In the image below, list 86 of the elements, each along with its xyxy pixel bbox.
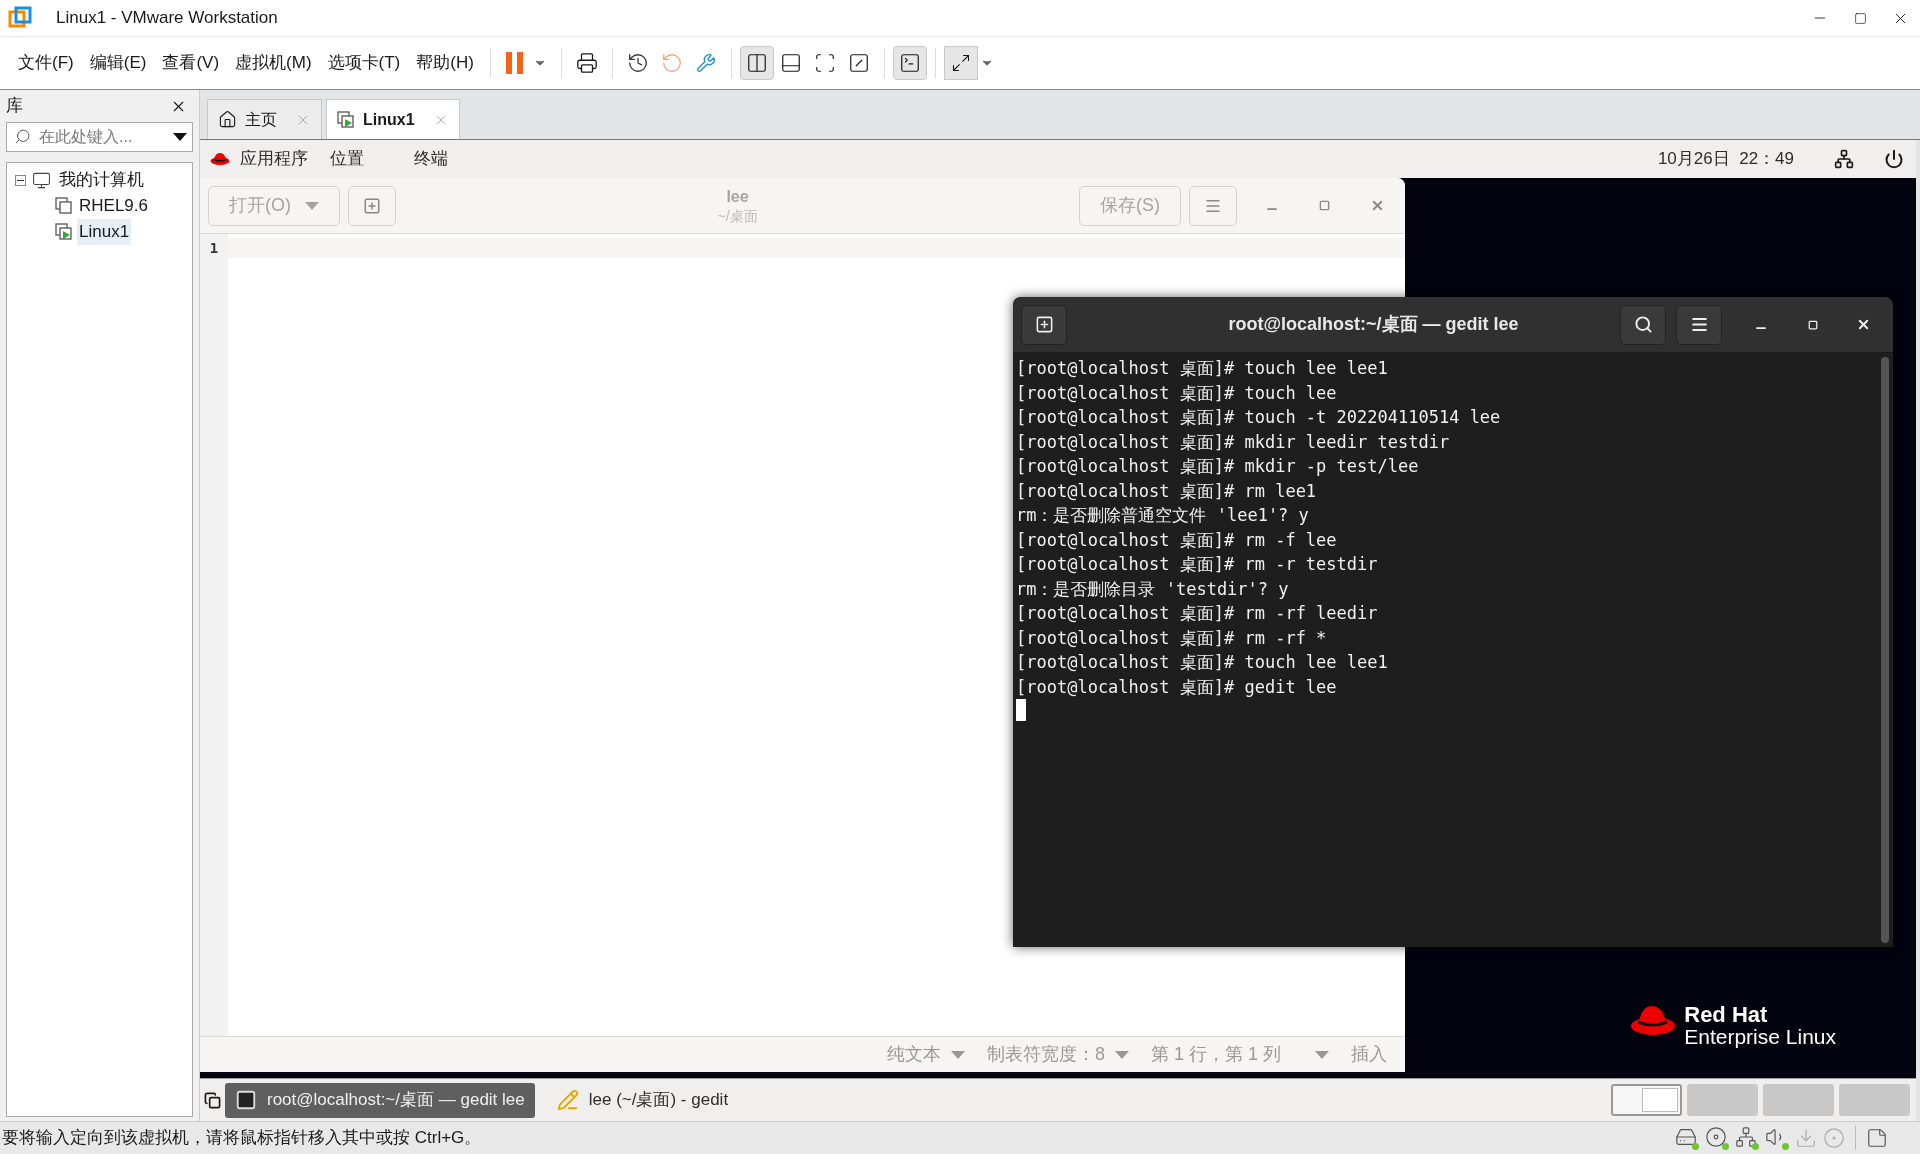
brand-name: Red Hat <box>1684 1004 1769 1026</box>
tree-item[interactable]: Linux1 <box>77 219 132 245</box>
terminal-line: [root@localhost 桌面]# gedit lee <box>1016 675 1337 699</box>
terminal-title: root@localhost:~/桌面 — gedit lee <box>1227 313 1520 336</box>
stretch-icon <box>950 53 971 73</box>
terminal-line: [root@localhost 桌面]# touch lee lee1 <box>1016 651 1388 674</box>
tab[interactable]: 主页 <box>207 99 322 139</box>
terminal-line: [root@localhost 桌面]# rm -r testdir <box>1016 553 1378 576</box>
terminal-line: [root@localhost 桌面]# touch lee <box>1016 381 1337 405</box>
tree-item[interactable]: RHEL9.6 <box>77 193 150 219</box>
terminal-icon <box>235 1089 257 1111</box>
terminal-line: [root@localhost 桌面]# rm -rf leedir <box>1016 602 1378 625</box>
app-logo-icon <box>8 6 32 30</box>
running-vm-icon <box>337 110 355 129</box>
device-status-icon[interactable] <box>1765 1126 1789 1150</box>
pause-icon <box>504 51 525 75</box>
caret-icon <box>305 201 319 210</box>
library-title: 库 <box>6 95 23 118</box>
status-message: 要将输入定向到该虚拟机，请将鼠标指针移入其中或按 Ctrl+G。 <box>2 1127 482 1150</box>
caret-icon <box>950 1050 965 1059</box>
tree-item[interactable]: 我的计算机 <box>57 167 146 193</box>
menu-item[interactable]: 查看(V) <box>154 50 228 76</box>
line-number: 1 <box>209 239 219 258</box>
new-document-button[interactable] <box>348 185 396 226</box>
maximize-icon[interactable] <box>1853 11 1867 25</box>
menu-item[interactable]: 选项卡(T) <box>319 50 409 76</box>
computer-icon <box>32 170 51 190</box>
stretch-button[interactable] <box>943 46 994 80</box>
home-icon <box>218 110 237 129</box>
collapse-toggle[interactable] <box>15 174 26 186</box>
new-tab-button[interactable] <box>1021 304 1067 345</box>
caret-icon <box>1114 1050 1129 1059</box>
menu-item[interactable]: 文件(F) <box>10 50 82 76</box>
library-view-icon[interactable] <box>739 46 774 80</box>
hat-icon <box>210 152 230 166</box>
new-tab-icon <box>363 196 381 215</box>
status-item: 插入 <box>1351 1043 1387 1066</box>
top-bar-menu[interactable]: 应用程序 <box>240 146 308 172</box>
terminal-line: [root@localhost 桌面]# touch -t 202204110514 lee <box>1016 406 1501 429</box>
menu-item[interactable]: 编辑(E) <box>81 50 155 76</box>
menu-button[interactable] <box>1676 304 1722 345</box>
network-icon[interactable] <box>1834 149 1854 169</box>
terminal-line: rm：是否删除普通空文件 'lee1'? y <box>1016 504 1309 527</box>
terminal-line: [root@localhost 桌面]# mkdir -p test/lee <box>1016 455 1419 478</box>
workspace-thumbnail[interactable] <box>1839 1084 1910 1116</box>
search-icon <box>14 128 31 145</box>
search-icon <box>1633 315 1653 334</box>
hat-logo-icon <box>1630 1004 1677 1036</box>
document-path: ~/桌面 <box>717 206 758 225</box>
top-bar-menu[interactable]: 终端 <box>414 146 448 172</box>
new-tab-icon <box>1034 315 1054 334</box>
terminal-line: [root@localhost 桌面]# rm -rf * <box>1016 626 1327 650</box>
document-title: lee <box>726 186 749 207</box>
terminal-line: [root@localhost 桌面]# rm -f lee <box>1016 528 1337 552</box>
message-log-icon[interactable] <box>1866 1127 1888 1149</box>
brand-product: Enterprise Linux <box>1684 1026 1836 1048</box>
menu-item[interactable]: 虚拟机(M) <box>227 50 320 76</box>
window-list-icon[interactable] <box>204 1091 221 1109</box>
tab[interactable]: Linux1 <box>326 99 460 139</box>
taskbar-button[interactable]: root@localhost:~/桌面 — gedit lee <box>225 1082 535 1118</box>
menu-icon <box>1689 315 1709 334</box>
workspace-thumbnail[interactable] <box>1763 1084 1834 1116</box>
terminal-line: [root@localhost 桌面]# rm lee1 <box>1016 479 1317 503</box>
terminal-line: rm：是否删除目录 'testdir'? y <box>1016 577 1289 601</box>
terminal-line: [root@localhost 桌面]# mkdir leedir testdir <box>1016 430 1450 454</box>
workspace-thumbnail[interactable] <box>1611 1084 1682 1116</box>
device-status-icon[interactable] <box>1705 1126 1729 1150</box>
text-editor-icon <box>556 1089 579 1111</box>
workspace-thumbnail[interactable] <box>1687 1084 1758 1116</box>
caret-icon <box>173 132 187 142</box>
device-status-icon[interactable] <box>1735 1126 1759 1150</box>
top-bar-menu[interactable]: 位置 <box>330 146 364 172</box>
scrollbar[interactable] <box>1881 357 1889 943</box>
search-field[interactable]: 在此处键入... <box>6 122 193 152</box>
close-icon[interactable] <box>1856 317 1871 332</box>
caret-icon <box>1315 1050 1329 1059</box>
search-button[interactable] <box>1620 304 1666 345</box>
window-title: Linux1 - VMware Workstation <box>56 7 278 30</box>
terminal-line: [root@localhost 桌面]# touch lee lee1 <box>1016 357 1388 380</box>
menu-item[interactable]: 帮助(H) <box>408 50 482 76</box>
text-cursor <box>1016 699 1026 721</box>
clock[interactable]: 10月26日 22：49 <box>1657 146 1794 172</box>
power-icon[interactable] <box>1884 149 1904 169</box>
device-status-icon[interactable] <box>1675 1126 1699 1150</box>
console-view-icon[interactable] <box>892 46 927 80</box>
taskbar-button[interactable]: lee (~/桌面) - gedit <box>546 1082 739 1118</box>
